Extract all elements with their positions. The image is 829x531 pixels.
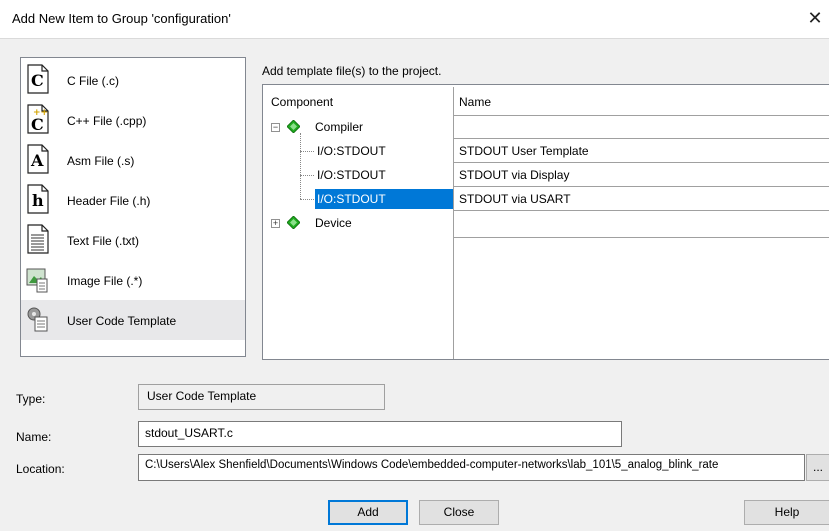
file-type-header[interactable]: h Header File (.h) [21,180,245,220]
file-type-user-code-template[interactable]: User Code Template [21,300,245,340]
tree-node-device[interactable]: + Device [263,213,453,233]
svg-text:A: A [30,151,44,170]
template-name-cell[interactable]: STDOUT via Display [459,165,819,185]
component-label: I/O:STDOUT [317,144,386,158]
row-divider [454,210,829,211]
component-label: I/O:STDOUT [317,192,386,206]
asm-file-icon: A [27,144,49,174]
tree-connector [300,199,314,200]
help-button[interactable]: Help [744,500,829,525]
template-tree[interactable]: Component Name − Compiler I/O:STDOUT STD… [262,84,829,360]
row-divider [454,138,829,139]
component-gem-icon [287,216,300,229]
tree-node-child[interactable]: I/O:STDOUT [315,165,453,185]
location-label: Location: [16,462,65,476]
file-type-label: Asm File (.s) [67,154,135,168]
tree-connector [300,151,314,152]
column-header-name[interactable]: Name [459,95,491,109]
expand-icon[interactable]: + [271,219,280,228]
file-type-label: Image File (.*) [67,274,143,288]
template-name-cell[interactable]: STDOUT via USART [459,189,819,209]
header-file-icon: h [27,184,49,214]
add-new-item-dialog: Add New Item to Group 'configuration' ✕ … [0,0,829,531]
text-file-icon [27,224,49,254]
close-button[interactable]: Close [419,500,499,525]
template-name: STDOUT via Display [459,168,570,182]
close-icon[interactable]: ✕ [805,8,825,28]
svg-text:C: C [31,71,44,90]
tree-node-child[interactable]: I/O:STDOUT [315,141,453,161]
cpp-file-icon: C ++ [27,104,49,134]
c-file-icon: C [27,64,49,94]
type-label: Type: [16,392,46,406]
svg-text:++: ++ [33,108,48,118]
file-type-asm[interactable]: A Asm File (.s) [21,140,245,180]
tree-connector [300,133,301,199]
tree-connector [300,175,314,176]
user-code-template-icon [27,307,48,332]
column-header-component[interactable]: Component [271,95,333,109]
row-divider [454,237,829,238]
column-divider[interactable] [453,87,454,359]
tree-node-compiler[interactable]: − Compiler [263,117,453,137]
template-heading: Add template file(s) to the project. [262,64,442,78]
template-name: STDOUT User Template [459,144,589,158]
component-label: I/O:STDOUT [317,168,386,182]
title-bar: Add New Item to Group 'configuration' ✕ [0,0,829,39]
svg-text:h: h [32,191,44,210]
template-name: STDOUT via USART [459,192,571,206]
template-name-cell[interactable]: STDOUT User Template [459,141,819,161]
row-divider [454,115,829,116]
location-input[interactable]: C:\Users\Alex Shenfield\Documents\Window… [138,454,805,481]
image-file-icon [26,268,48,293]
row-divider [454,162,829,163]
add-button[interactable]: Add [328,500,408,525]
file-type-label: User Code Template [67,314,177,328]
file-type-image[interactable]: Image File (.*) [21,260,245,300]
tree-node-label: Device [315,216,352,230]
file-type-label: Header File (.h) [67,194,151,208]
row-divider [454,186,829,187]
file-type-text[interactable]: Text File (.txt) [21,220,245,260]
file-type-label: C File (.c) [67,74,119,88]
browse-button[interactable]: ... [806,454,829,481]
component-gem-icon [287,120,300,133]
collapse-icon[interactable]: − [271,123,280,132]
file-type-label: C++ File (.cpp) [67,114,147,128]
tree-node-label: Compiler [315,120,364,134]
file-type-label: Text File (.txt) [67,234,140,248]
file-type-c[interactable]: C C File (.c) [21,60,245,100]
file-type-cpp[interactable]: C ++ C++ File (.cpp) [21,100,245,140]
file-type-list[interactable]: C C File (.c) C ++ C++ File (.cpp) A Asm… [20,57,246,357]
tree-node-child-selected[interactable]: I/O:STDOUT [315,189,453,209]
name-input[interactable]: stdout_USART.c [138,421,622,447]
type-field: User Code Template [138,384,385,410]
window-title: Add New Item to Group 'configuration' [12,11,231,26]
name-label: Name: [16,430,52,444]
